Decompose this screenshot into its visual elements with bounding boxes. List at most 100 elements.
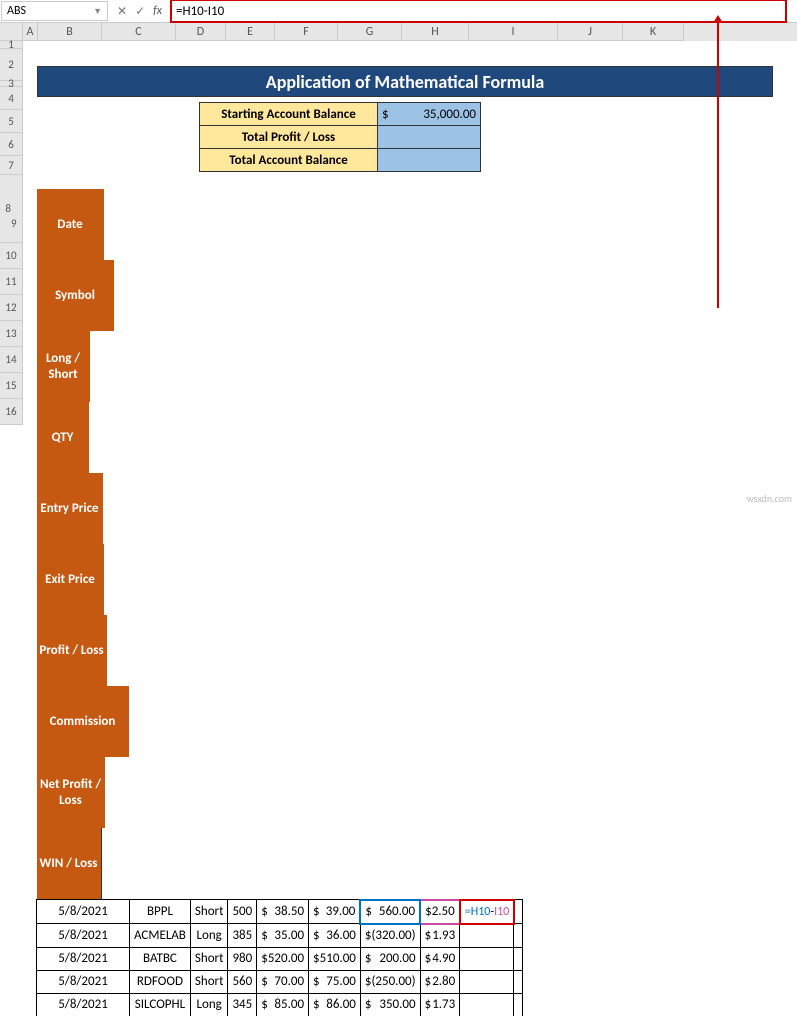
- row-header-15[interactable]: 15: [0, 373, 23, 399]
- cell-netpl[interactable]: [460, 970, 514, 993]
- total-pl-label: Total Profit / Loss: [200, 126, 378, 149]
- row-header-12[interactable]: 12: [0, 295, 23, 321]
- cell-entry[interactable]: $38.50: [257, 900, 309, 924]
- cell-pl[interactable]: $350.00: [360, 993, 420, 1016]
- fx-icon[interactable]: fx: [153, 4, 162, 18]
- cell-exit[interactable]: $510.00: [309, 947, 361, 970]
- cell-netpl[interactable]: [460, 924, 514, 948]
- cell-qty[interactable]: 980: [228, 947, 257, 970]
- cell-longshort[interactable]: Short: [190, 900, 228, 924]
- cell-longshort[interactable]: Long: [190, 924, 228, 948]
- cell-exit[interactable]: $86.00: [309, 993, 361, 1016]
- col-header-J[interactable]: J: [558, 23, 623, 41]
- cell-pl[interactable]: $560.00: [360, 900, 420, 924]
- col-header-E[interactable]: E: [226, 23, 275, 41]
- col-header-A[interactable]: A: [23, 23, 38, 41]
- annotation-arrow: [717, 21, 719, 308]
- cell-commission[interactable]: $2.50: [420, 900, 460, 924]
- cell-netpl[interactable]: =H10-I10: [460, 900, 514, 924]
- header-pl: Profit / Loss: [37, 615, 108, 686]
- row-header-1[interactable]: 1: [0, 41, 23, 49]
- cell-date[interactable]: 5/8/2021: [37, 947, 130, 970]
- cell-date[interactable]: 5/8/2021: [37, 993, 130, 1016]
- row-header-4[interactable]: 4: [0, 87, 23, 110]
- cell-pl[interactable]: $200.00: [360, 947, 420, 970]
- cell-commission[interactable]: $1.93: [420, 924, 460, 948]
- row-header-6[interactable]: 6: [0, 133, 23, 156]
- row-header-14[interactable]: 14: [0, 347, 23, 373]
- column-headers: A B C D E F G H I J K: [0, 23, 797, 41]
- cancel-icon[interactable]: ✕: [117, 4, 127, 19]
- cell-exit[interactable]: $36.00: [309, 924, 361, 948]
- row-header-11[interactable]: 11: [0, 269, 23, 295]
- col-header-F[interactable]: F: [275, 23, 338, 41]
- cell-entry[interactable]: $520.00: [257, 947, 309, 970]
- cell-winloss[interactable]: [514, 947, 523, 970]
- cell-winloss[interactable]: [514, 993, 523, 1016]
- cell-winloss[interactable]: [514, 924, 523, 948]
- cell-winloss[interactable]: [514, 900, 523, 924]
- starting-balance-value[interactable]: $35,000.00: [378, 103, 481, 126]
- cell-qty[interactable]: 560: [228, 970, 257, 993]
- table-row: 5/8/2021 BPPL Short 500 $38.50 $39.00 $5…: [37, 900, 523, 924]
- total-balance-label: Total Account Balance: [200, 149, 378, 172]
- enter-icon[interactable]: ✓: [135, 4, 145, 19]
- row-header-13[interactable]: 13: [0, 321, 23, 347]
- spreadsheet-grid[interactable]: A B C D E F G H I J K 1 2 3 4 5 6 7 89 1…: [0, 23, 797, 41]
- watermark: wsxdn.com: [747, 492, 792, 505]
- cell-netpl[interactable]: [460, 947, 514, 970]
- col-header-H[interactable]: H: [402, 23, 469, 41]
- col-header-B[interactable]: B: [38, 23, 102, 41]
- header-symbol: Symbol: [37, 260, 115, 331]
- cell-longshort[interactable]: Long: [190, 993, 228, 1016]
- header-entry: Entry Price: [37, 473, 104, 544]
- row-header-8-9[interactable]: 89: [0, 175, 23, 243]
- cell-date[interactable]: 5/8/2021: [37, 900, 130, 924]
- cell-longshort[interactable]: Short: [190, 947, 228, 970]
- cell-exit[interactable]: $75.00: [309, 970, 361, 993]
- cell-entry[interactable]: $85.00: [257, 993, 309, 1016]
- header-exit: Exit Price: [37, 544, 105, 615]
- col-header-D[interactable]: D: [176, 23, 226, 41]
- formula-bar: ABS ▼ ✕ ✓ fx =H10-I10: [0, 0, 797, 23]
- header-longshort: Long / Short: [37, 331, 91, 402]
- name-box-dropdown-icon[interactable]: ▼: [93, 6, 102, 17]
- cell-symbol[interactable]: RDFOOD: [130, 970, 191, 993]
- cell-symbol[interactable]: BPPL: [130, 900, 191, 924]
- col-header-I[interactable]: I: [469, 23, 558, 41]
- cell-commission[interactable]: $2.80: [420, 970, 460, 993]
- cell-netpl[interactable]: [460, 993, 514, 1016]
- cell-symbol[interactable]: SILCOPHL: [130, 993, 191, 1016]
- row-header-10[interactable]: 10: [0, 243, 23, 269]
- header-date: Date: [37, 189, 105, 260]
- cell-longshort[interactable]: Short: [190, 970, 228, 993]
- cell-symbol[interactable]: ACMELAB: [130, 924, 191, 948]
- cell-date[interactable]: 5/8/2021: [37, 970, 130, 993]
- cell-entry[interactable]: $70.00: [257, 970, 309, 993]
- col-header-C[interactable]: C: [102, 23, 176, 41]
- cell-winloss[interactable]: [514, 970, 523, 993]
- row-header-16[interactable]: 16: [0, 399, 23, 425]
- header-qty: QTY: [37, 402, 90, 473]
- total-pl-value[interactable]: [378, 126, 481, 149]
- col-header-K[interactable]: K: [623, 23, 684, 41]
- row-header-5[interactable]: 5: [0, 110, 23, 133]
- total-balance-value[interactable]: [378, 149, 481, 172]
- col-header-G[interactable]: G: [338, 23, 402, 41]
- cell-pl[interactable]: $(250.00): [360, 970, 420, 993]
- cell-date[interactable]: 5/8/2021: [37, 924, 130, 948]
- cell-entry[interactable]: $35.00: [257, 924, 309, 948]
- cell-commission[interactable]: $1.73: [420, 993, 460, 1016]
- cell-symbol[interactable]: BATBC: [130, 947, 191, 970]
- cell-qty[interactable]: 345: [228, 993, 257, 1016]
- cell-qty[interactable]: 385: [228, 924, 257, 948]
- cell-exit[interactable]: $39.00: [309, 900, 361, 924]
- summary-table: Starting Account Balance $35,000.00 Tota…: [199, 102, 481, 172]
- cell-qty[interactable]: 500: [228, 900, 257, 924]
- name-box-value: ABS: [7, 4, 26, 18]
- cell-pl[interactable]: $(320.00): [360, 924, 420, 948]
- cell-commission[interactable]: $4.90: [420, 947, 460, 970]
- row-header-7[interactable]: 7: [0, 156, 23, 175]
- formula-input[interactable]: =H10-I10: [170, 0, 787, 23]
- name-box[interactable]: ABS ▼: [1, 1, 108, 21]
